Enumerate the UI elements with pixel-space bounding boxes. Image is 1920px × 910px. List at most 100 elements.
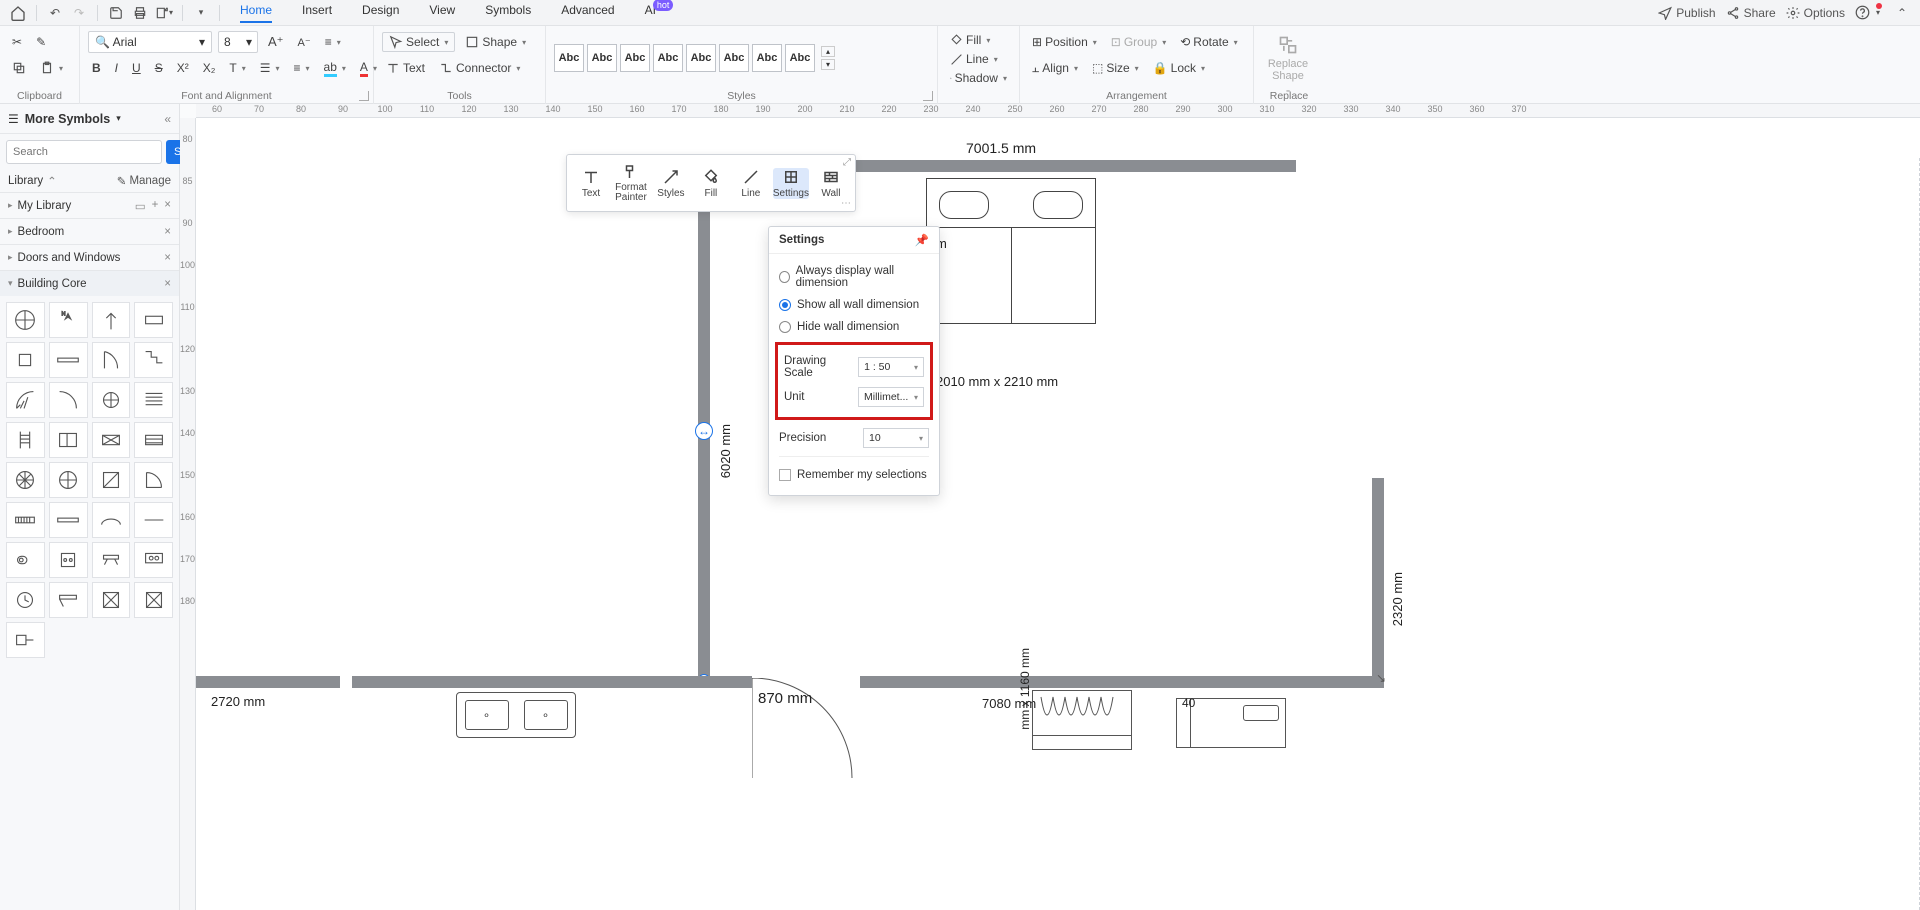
case-button[interactable]: T▾ (225, 59, 249, 77)
wall[interactable] (196, 676, 340, 688)
close-icon[interactable]: × (164, 226, 171, 238)
italic-button[interactable]: I (111, 59, 122, 77)
symbol-north[interactable]: N (49, 302, 88, 338)
home-icon[interactable] (8, 3, 28, 23)
tab-symbols[interactable]: Symbols (485, 3, 531, 23)
help-icon[interactable]: ▾ (1855, 5, 1880, 20)
close-icon[interactable]: × (164, 199, 171, 213)
tab-insert[interactable]: Insert (302, 3, 332, 23)
pin-icon[interactable]: 📌 (915, 233, 929, 247)
dialog-launcher-icon[interactable] (923, 91, 933, 101)
drawing-canvas[interactable]: 7001.5 mm ↔ 6020 mm 2010 mm x 2210 mm m (196, 118, 1920, 910)
symbol-square[interactable] (6, 342, 45, 378)
wall[interactable] (856, 160, 1296, 172)
wall[interactable] (1022, 676, 1294, 688)
position-button[interactable]: ⊞ Position▾ (1028, 33, 1101, 51)
furniture-wardrobe[interactable] (926, 178, 1096, 324)
symbol-arrow-up[interactable] (92, 302, 131, 338)
collapse-ribbon-icon[interactable]: ⌃ (1892, 3, 1912, 23)
publish-button[interactable]: Publish (1658, 6, 1715, 20)
line-spacing-button[interactable]: ☰▾ (256, 59, 284, 77)
cat-my-library[interactable]: ▸My Library▭+× (0, 192, 179, 218)
chevron-up-icon[interactable]: ⌃ (47, 174, 57, 188)
ft-line[interactable]: Line (733, 168, 769, 199)
ft-styles[interactable]: Styles (653, 168, 689, 199)
tab-ai[interactable]: AIhot (645, 3, 677, 23)
symbol-stair-spiral[interactable] (92, 382, 131, 418)
radio-show-all[interactable]: Show all wall dimension (779, 294, 929, 316)
format-painter-button[interactable]: ✎ (32, 33, 50, 51)
style-scroll-down-icon[interactable]: ▾ (821, 59, 835, 70)
qat-customize-icon[interactable]: ▾ (191, 3, 211, 23)
expand-icon[interactable]: ⤢ (843, 157, 851, 168)
symbol-hatch2[interactable] (134, 422, 173, 458)
remember-checkbox[interactable]: Remember my selections (779, 461, 929, 489)
furniture-radiator[interactable] (1032, 690, 1132, 736)
wall[interactable] (704, 676, 752, 688)
symbol-hatch[interactable] (92, 422, 131, 458)
symbol-grate[interactable] (6, 502, 45, 538)
new-folder-icon[interactable]: ▭ (135, 199, 146, 213)
style-preset-6[interactable]: Abc (719, 44, 749, 72)
text-tool-button[interactable]: Text (382, 59, 429, 77)
lock-button[interactable]: 🔒 Lock▾ (1149, 59, 1209, 77)
fill-button[interactable]: Fill▾ (946, 31, 1011, 49)
ft-settings[interactable]: Settings (773, 168, 809, 199)
symbol-door[interactable] (92, 342, 131, 378)
close-icon[interactable]: × (164, 252, 171, 264)
symbol-radial2[interactable] (49, 462, 88, 498)
dialog-launcher-icon[interactable] (359, 91, 369, 101)
export-icon[interactable]: ▾ (154, 3, 174, 23)
shape-tool-button[interactable]: Shape▾ (461, 33, 530, 51)
symbol-line[interactable] (134, 502, 173, 538)
symbol-radial1[interactable] (6, 462, 45, 498)
symbol-xbox1[interactable] (92, 582, 131, 618)
size-button[interactable]: ⬚ Size▾ (1088, 59, 1143, 77)
cat-bedroom[interactable]: ▸Bedroom× (0, 218, 179, 244)
ft-format-painter[interactable]: Format Painter (613, 163, 649, 203)
increase-font-icon[interactable]: A⁺ (264, 32, 288, 52)
more-icon[interactable]: ⋯ (841, 198, 851, 209)
font-size-select[interactable]: 8▾ (218, 31, 258, 53)
symbol-outlet[interactable] (49, 542, 88, 578)
style-preset-1[interactable]: Abc (554, 44, 584, 72)
cut-button[interactable]: ✂ (8, 33, 26, 51)
symbol-stair-curve2[interactable] (49, 382, 88, 418)
symbol-sink[interactable] (134, 542, 173, 578)
symbol-search-input[interactable] (6, 140, 162, 164)
wall[interactable] (352, 676, 704, 688)
bold-button[interactable]: B (88, 59, 105, 77)
cat-building-core[interactable]: ▾Building Core× (0, 270, 179, 296)
radio-always[interactable]: Always display wall dimension (779, 260, 929, 294)
cat-doors-windows[interactable]: ▸Doors and Windows× (0, 244, 179, 270)
symbol-ladder[interactable] (6, 422, 45, 458)
symbol-plan1[interactable] (49, 422, 88, 458)
decrease-font-icon[interactable]: A⁻ (294, 34, 315, 51)
symbol-stairs1[interactable] (134, 342, 173, 378)
wall[interactable] (860, 676, 1022, 688)
collapse-panel-icon[interactable]: « (164, 112, 171, 126)
print-icon[interactable] (130, 3, 150, 23)
tab-home[interactable]: Home (240, 3, 272, 23)
symbol-clock[interactable] (6, 582, 45, 618)
close-icon[interactable]: × (164, 278, 171, 290)
superscript-button[interactable]: X² (173, 59, 193, 77)
align-button[interactable]: ⫠ Align▾ (1028, 59, 1082, 78)
share-button[interactable]: Share (1726, 6, 1776, 20)
group-button[interactable]: ⊡ Group▾ (1107, 33, 1170, 51)
paste-button[interactable]: ▾ (36, 59, 67, 77)
highlight-button[interactable]: ab▾ (320, 58, 350, 79)
style-preset-2[interactable]: Abc (587, 44, 617, 72)
shadow-button[interactable]: Shadow▾ (946, 69, 1011, 87)
scale-select[interactable]: 1 : 50▾ (858, 357, 924, 377)
precision-select[interactable]: 10▾ (863, 428, 929, 448)
style-scroll-up-icon[interactable]: ▴ (821, 46, 835, 57)
strike-button[interactable]: S (151, 59, 167, 77)
symbol-xbox2[interactable] (134, 582, 173, 618)
symbol-counter[interactable] (49, 582, 88, 618)
style-preset-3[interactable]: Abc (620, 44, 650, 72)
furniture-radiator-base[interactable] (1032, 736, 1132, 750)
tab-advanced[interactable]: Advanced (561, 3, 614, 23)
add-icon[interactable]: + (152, 199, 159, 213)
line-button[interactable]: Line▾ (946, 50, 1011, 68)
